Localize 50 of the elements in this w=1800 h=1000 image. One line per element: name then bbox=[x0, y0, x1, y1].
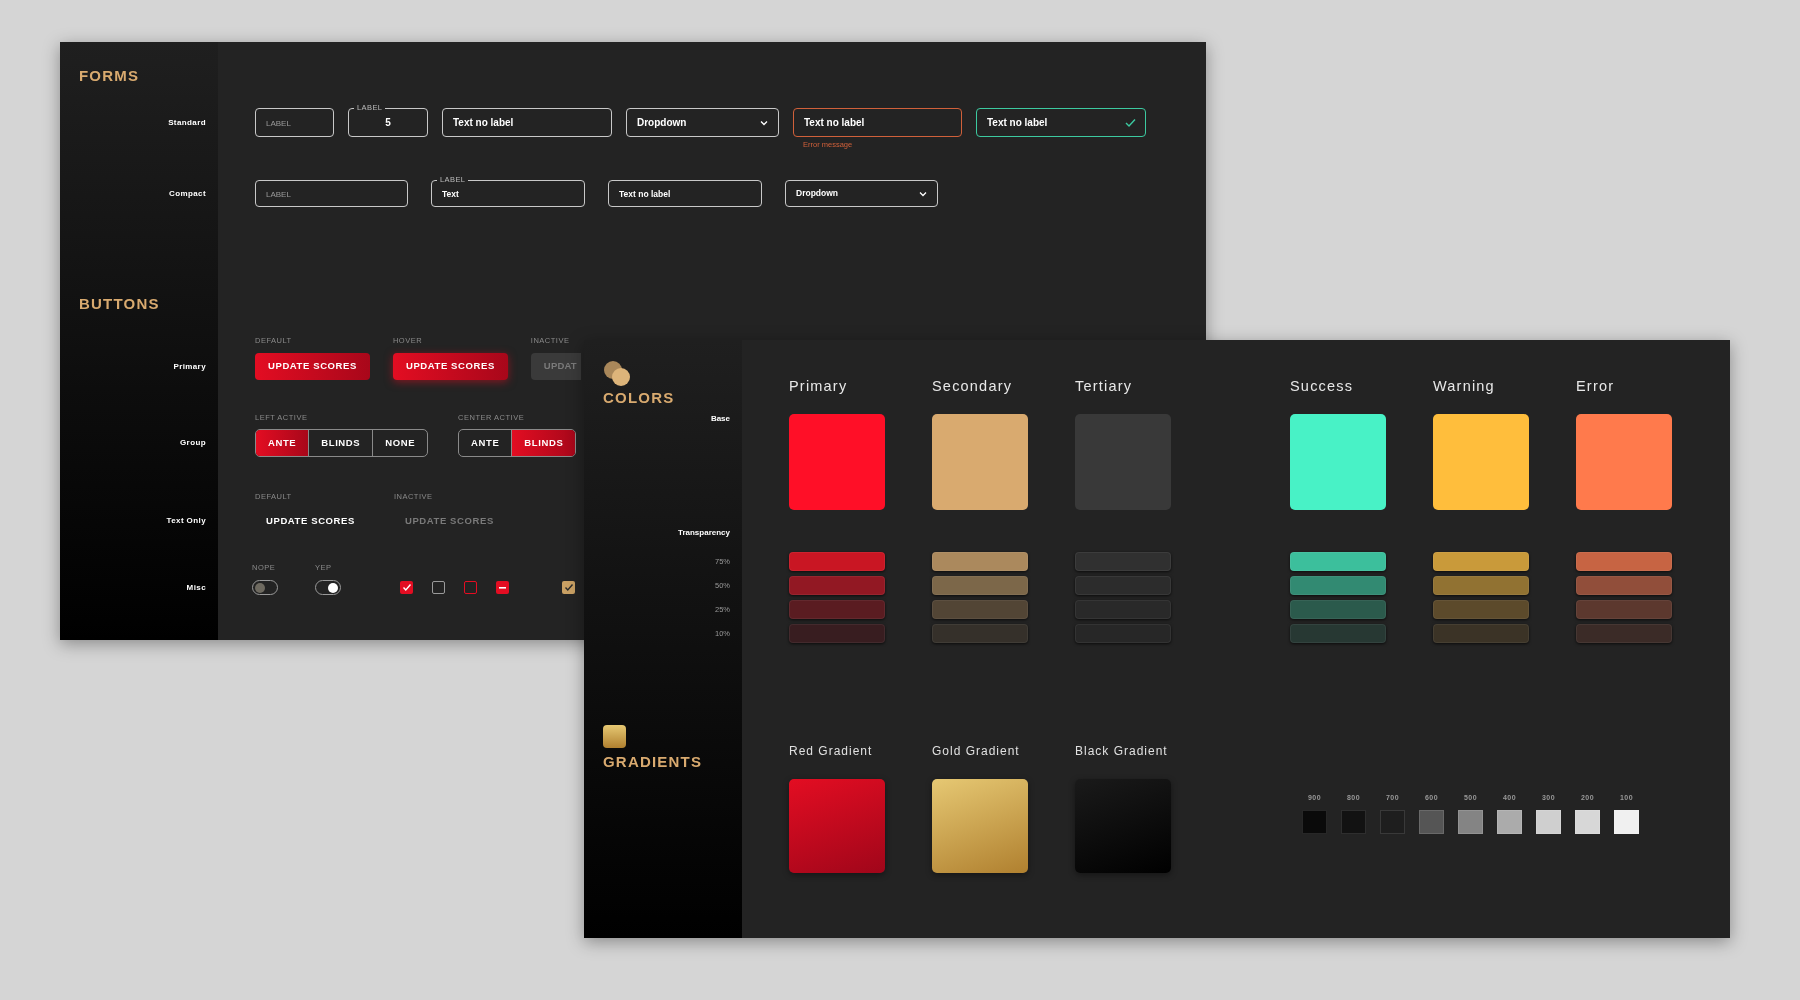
input-field[interactable]: Text no label bbox=[442, 108, 612, 137]
checkbox[interactable] bbox=[464, 581, 477, 594]
section-title: BUTTONS bbox=[78, 294, 161, 314]
section-title: GRADIENTS bbox=[602, 754, 704, 770]
input-field[interactable]: LABEL bbox=[255, 180, 408, 207]
check-icon bbox=[401, 583, 412, 592]
gradient-name: Red Gradient bbox=[789, 743, 874, 760]
row-label: Primary bbox=[173, 361, 206, 373]
row-label: Group bbox=[180, 437, 206, 449]
section-title: FORMS bbox=[78, 66, 141, 86]
circles-icon bbox=[603, 360, 631, 388]
row-label: Base bbox=[709, 414, 731, 424]
gradient-name: Gold Gradient bbox=[932, 743, 1021, 760]
checkbox[interactable] bbox=[496, 581, 509, 594]
section-title: COLORS bbox=[602, 390, 676, 406]
update-scores-button[interactable]: UPDATE SCORES bbox=[255, 506, 366, 536]
minus-icon bbox=[499, 586, 506, 589]
gradient-name: Black Gradient bbox=[1075, 743, 1169, 760]
color-name: Success bbox=[1290, 377, 1355, 396]
color-name: Error bbox=[1576, 377, 1616, 396]
input-field[interactable]: Text no label bbox=[793, 108, 962, 137]
checkbox[interactable] bbox=[432, 581, 445, 594]
row-label: Misc bbox=[186, 582, 206, 594]
row-label: Transparency bbox=[676, 528, 731, 538]
option-button[interactable]: NONE bbox=[372, 430, 428, 456]
input-field[interactable]: LABEL bbox=[255, 108, 334, 137]
input-field[interactable]: Text no label bbox=[976, 108, 1146, 137]
option-button[interactable]: ANTE bbox=[459, 430, 512, 456]
option-button[interactable]: ANTE bbox=[256, 430, 309, 456]
color-name: Primary bbox=[789, 377, 849, 396]
option-button[interactable]: BLINDS bbox=[511, 430, 576, 456]
chevron-down-icon bbox=[760, 119, 768, 126]
dropdown[interactable]: Dropdown bbox=[626, 108, 779, 137]
checkbox[interactable] bbox=[562, 581, 575, 594]
color-name: Secondary bbox=[932, 377, 1014, 396]
check-icon bbox=[563, 583, 574, 592]
row-label: Text Only bbox=[166, 515, 206, 527]
checkbox[interactable] bbox=[400, 581, 413, 594]
option-button[interactable]: BLINDS bbox=[308, 430, 373, 456]
color-name: Tertiary bbox=[1075, 377, 1134, 396]
color-name: Warning bbox=[1433, 377, 1496, 396]
row-label: Compact bbox=[168, 188, 206, 200]
update-scores-button[interactable]: UPDATE SCORES bbox=[392, 353, 508, 380]
dropdown[interactable]: Dropdown bbox=[785, 180, 938, 207]
chevron-down-icon bbox=[919, 190, 927, 197]
input-field[interactable]: Text no label bbox=[608, 180, 762, 207]
check-icon bbox=[1125, 118, 1136, 127]
square-icon bbox=[603, 725, 626, 748]
update-scores-button[interactable]: UPDATE SCORES bbox=[255, 353, 370, 380]
row-label: Standard bbox=[168, 117, 206, 129]
